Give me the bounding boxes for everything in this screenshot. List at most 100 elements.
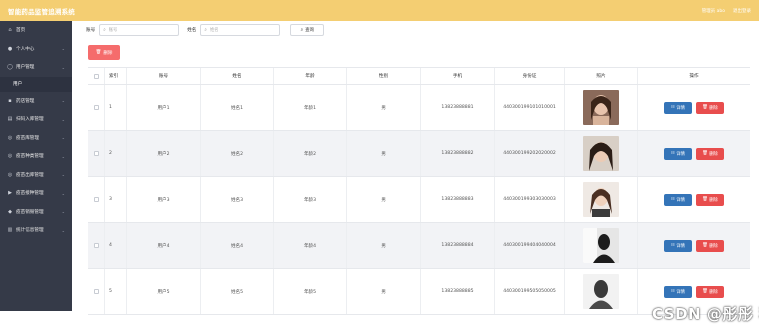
table-row: 5 用户5 姓名5 年龄5 男 13823888885 440300199505050005… xyxy=(88,269,750,315)
user-table: 索引 账号 姓名 年龄 性别 手机 身份证 照片 操作 1 用户1 姓名1 年龄1 男 1… xyxy=(88,67,750,315)
sidebar-item-label: 扫码入库管理 xyxy=(16,117,44,123)
cell-name: 姓名3 xyxy=(201,177,274,222)
home-icon: ⌂ xyxy=(8,27,12,34)
header-photo: 照片 xyxy=(565,68,638,84)
chevron-down-icon: ⌄ xyxy=(61,153,65,159)
header-index: 索引 xyxy=(105,68,127,84)
sidebar-item-label: 疫苗种类管理 xyxy=(16,154,44,160)
header-user-area: 管理员 abo 退出登录 xyxy=(702,8,751,14)
app-title: 智能药品监管追溯系统 xyxy=(8,7,75,16)
name-placeholder: 姓名 xyxy=(209,28,219,33)
name-search-input[interactable]: ⌕ 姓名 xyxy=(200,24,281,36)
info-icon: ☷ xyxy=(671,197,675,202)
row-select[interactable] xyxy=(88,177,105,222)
sidebar-item-4[interactable]: ▪ 药店管理 ⌄ xyxy=(0,92,72,111)
detail-button[interactable]: ☷ 详情 xyxy=(664,285,692,298)
stats-icon: ▥ xyxy=(7,227,13,234)
search-icon: ⌕ xyxy=(204,28,207,33)
header-sex: 性别 xyxy=(347,68,421,84)
sidebar-item-label: 用户管理 xyxy=(16,65,35,71)
account-search-input[interactable]: ⌕ 账号 xyxy=(99,24,180,36)
store-icon: ▪ xyxy=(8,97,12,104)
cell-age: 年龄2 xyxy=(274,131,347,176)
flag-icon: ▶ xyxy=(8,190,12,197)
sidebar-item-7[interactable]: ◎ 疫苗种类管理 ⌄ xyxy=(0,147,72,166)
table-body: 1 用户1 姓名1 年龄1 男 13823888881 440300199101010001… xyxy=(88,85,750,315)
detail-button[interactable]: ☷ 详情 xyxy=(664,101,692,114)
info-icon: ☷ xyxy=(671,105,675,110)
cell-index: 3 xyxy=(105,177,127,222)
cell-photo xyxy=(565,223,638,268)
row-checkbox[interactable] xyxy=(93,197,99,202)
sidebar-item-11[interactable]: ▥ 统计信息管理 ⌄ xyxy=(0,221,72,240)
header-select-all[interactable] xyxy=(88,68,105,84)
sidebar-item-label: 疫苗销毁管理 xyxy=(16,209,44,215)
current-user: 管理员 abo xyxy=(701,8,725,14)
row-select[interactable] xyxy=(88,223,105,268)
trash-icon: 🗑 xyxy=(702,197,708,202)
sidebar-item-1[interactable]: ● 个人中心 ⌄ xyxy=(0,40,72,59)
chevron-down-icon: ⌄ xyxy=(61,227,65,233)
cell-age: 年龄1 xyxy=(274,85,347,130)
detail-button[interactable]: ☷ 详情 xyxy=(664,239,692,252)
chevron-down-icon: ⌄ xyxy=(61,190,65,196)
sidebar-item-9[interactable]: ▶ 疫苗接种管理 ⌄ xyxy=(0,184,72,203)
cell-index: 5 xyxy=(105,269,127,314)
info-icon: ☷ xyxy=(671,151,675,156)
info-icon: ☷ xyxy=(671,243,675,248)
header-idcard: 身份证 xyxy=(495,68,565,84)
sidebar-item-5[interactable]: ▤ 扫码入库管理 ⌄ xyxy=(0,110,72,129)
table-row: 1 用户1 姓名1 年龄1 男 13823888881 440300199101010001… xyxy=(88,85,750,131)
tag-icon: ◎ xyxy=(7,153,13,160)
sidebar-item-8[interactable]: ◎ 疫苗出库管理 ⌄ xyxy=(0,166,72,185)
sidebar-item-10[interactable]: ◆ 疫苗销毁管理 ⌄ xyxy=(0,203,72,222)
trash-icon: 🗑 xyxy=(702,151,708,156)
query-button[interactable]: ⌕ 查询 xyxy=(290,24,325,36)
row-checkbox[interactable] xyxy=(93,243,99,248)
cell-age: 年龄4 xyxy=(274,223,347,268)
bulk-delete-button[interactable]: 🗑 删除 xyxy=(88,45,120,60)
cell-name: 姓名2 xyxy=(201,131,274,176)
detail-button-label: 详情 xyxy=(676,151,685,157)
cell-index: 1 xyxy=(105,85,127,130)
row-select[interactable] xyxy=(88,131,105,176)
cell-phone: 13823888885 xyxy=(421,269,495,314)
cell-phone: 13823888881 xyxy=(421,85,495,130)
user-photo xyxy=(583,274,619,309)
users-icon: ◯ xyxy=(7,64,13,71)
delete-button[interactable]: 🗑 删除 xyxy=(696,147,724,160)
sidebar-subitem-users[interactable]: 用户 xyxy=(0,76,72,92)
delete-button[interactable]: 🗑 删除 xyxy=(696,239,724,252)
delete-button[interactable]: 🗑 删除 xyxy=(696,101,724,114)
row-select[interactable] xyxy=(88,269,105,314)
name-label: 姓名 xyxy=(187,28,197,33)
trash-icon: ◆ xyxy=(8,208,12,215)
detail-button-label: 详情 xyxy=(676,289,685,295)
sidebar-item-label: 个人中心 xyxy=(16,46,35,52)
delete-button[interactable]: 🗑 删除 xyxy=(696,285,724,298)
sidebar-item-2[interactable]: ◯ 用户管理 ⌄ xyxy=(0,58,72,77)
search-bar: 账号 ⌕ 账号 姓名 ⌕ 姓名 ⌕ 查询 xyxy=(86,24,325,36)
chevron-down-icon: ⌄ xyxy=(61,116,65,122)
detail-button[interactable]: ☷ 详情 xyxy=(664,147,692,160)
cell-account: 用户2 xyxy=(127,131,201,176)
select-all-checkbox[interactable] xyxy=(93,73,99,79)
sidebar-item-6[interactable]: ◎ 疫苗库管理 ⌄ xyxy=(0,129,72,148)
sidebar-item-label: 疫苗库管理 xyxy=(16,135,39,141)
table-row: 4 用户4 姓名4 年龄4 男 13823888884 440300199404040004… xyxy=(88,223,750,269)
logout-link[interactable]: 退出登录 xyxy=(733,8,751,14)
cell-actions: ☷ 详情 🗑 删除 xyxy=(638,223,750,268)
row-checkbox[interactable] xyxy=(93,151,99,156)
row-checkbox[interactable] xyxy=(93,105,99,110)
cell-idcard: 440300199404040004 xyxy=(495,223,565,268)
cell-photo xyxy=(565,177,638,222)
sidebar-item-label: 首页 xyxy=(16,28,26,34)
delete-button[interactable]: 🗑 删除 xyxy=(696,193,724,206)
detail-button[interactable]: ☷ 详情 xyxy=(664,193,692,206)
sidebar-item-label: 疫苗出库管理 xyxy=(16,172,44,178)
row-select[interactable] xyxy=(88,85,105,130)
sidebar-item-0[interactable]: ⌂ 首页 xyxy=(0,21,72,40)
sidebar-item-label: 用户 xyxy=(13,82,23,87)
row-checkbox[interactable] xyxy=(93,289,99,294)
cell-sex: 男 xyxy=(347,85,421,130)
